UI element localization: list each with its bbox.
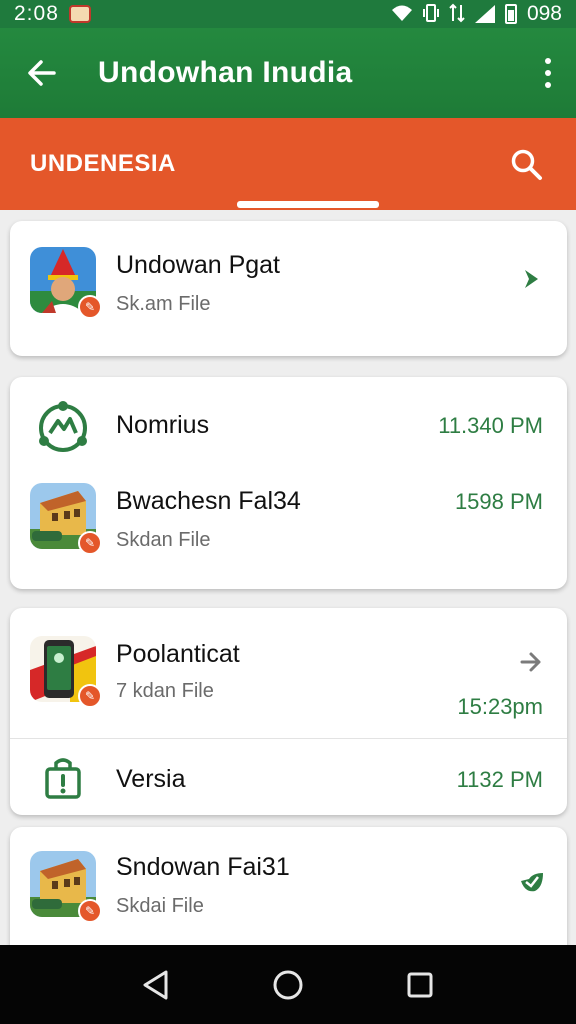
item-thumbnail: ✎: [30, 636, 102, 708]
more-vert-icon[interactable]: [542, 58, 554, 88]
home-circle-icon[interactable]: [268, 965, 308, 1005]
item-time: 11.340 PM: [438, 413, 543, 438]
recents-square-icon[interactable]: [400, 965, 440, 1005]
badge-icon: ✎: [78, 684, 102, 708]
battery-icon: [504, 4, 517, 24]
item-title: Nomrius: [116, 411, 210, 439]
tab-indicator: [237, 201, 379, 208]
system-nav-bar: [0, 945, 576, 1024]
back-triangle-icon[interactable]: [136, 965, 176, 1005]
list-item[interactable]: ✎ Poolanticat 7 kdan File 15:23pm: [10, 608, 567, 738]
status-icons: 098: [391, 2, 562, 26]
file-card[interactable]: Nomrius 11.340 PM ✎ Bwachesn Fal34 Skdan…: [10, 377, 567, 589]
item-subtitle: Skdan File: [116, 529, 211, 551]
item-time: 15:23pm: [457, 694, 543, 719]
list-item[interactable]: Nomrius 11.340 PM: [10, 377, 567, 473]
data-icon: [449, 3, 465, 26]
item-thumbnail: ✎: [30, 851, 102, 923]
back-arrow-icon[interactable]: [22, 53, 62, 93]
badge-icon: ✎: [78, 295, 102, 319]
recycle-icon: [30, 395, 96, 461]
file-card[interactable]: ✎ Poolanticat 7 kdan File 15:23pm Versia…: [10, 608, 567, 815]
item-title: Undowan Pgat: [116, 251, 281, 279]
file-card[interactable]: ✎ Undowan Pgat Sk.am File: [10, 221, 567, 356]
item-time: 1598 PM: [454, 489, 543, 514]
list-item[interactable]: Versia 1132 PM: [10, 739, 567, 815]
status-time: 2:08: [14, 2, 59, 25]
file-card[interactable]: ✎ Sndowan Fai31 Skdai File: [10, 827, 567, 962]
badge-icon: ✎: [78, 899, 102, 923]
lock-icon: [30, 745, 96, 811]
app-bar: Undowhan Inudia: [0, 28, 576, 118]
item-title: Poolanticat: [116, 640, 240, 668]
item-subtitle: Skdai File: [116, 895, 204, 917]
item-title: Versia: [116, 765, 186, 793]
signal-icon: [474, 5, 495, 23]
item-subtitle: 7 kdan File: [116, 680, 214, 702]
tab-bar: UNDENESIA: [0, 118, 576, 210]
item-time: 1132 PM: [456, 767, 543, 792]
app-title: Undowhan Inudia: [98, 56, 353, 89]
wifi-icon: [391, 4, 413, 25]
status-bar: 2:08 098: [0, 0, 576, 28]
battery-level: 098: [526, 2, 562, 25]
item-thumbnail: ✎: [30, 483, 102, 555]
tab-undenesia[interactable]: UNDENESIA: [30, 150, 176, 178]
list-item[interactable]: ✎ Bwachesn Fal34 Skdan File 1598 PM: [10, 473, 567, 589]
search-icon[interactable]: [506, 144, 546, 184]
chevron-right-icon[interactable]: [519, 267, 543, 291]
item-title: Bwachesn Fal34: [116, 487, 301, 515]
item-title: Sndowan Fai31: [116, 853, 290, 881]
notification-icon: [68, 5, 91, 23]
vibrate-icon: [422, 3, 439, 26]
arrow-right-icon[interactable]: [519, 650, 543, 674]
item-thumbnail: ✎: [30, 247, 102, 319]
check-leaf-icon[interactable]: [519, 869, 543, 893]
item-subtitle: Sk.am File: [116, 293, 211, 315]
badge-icon: ✎: [78, 531, 102, 555]
